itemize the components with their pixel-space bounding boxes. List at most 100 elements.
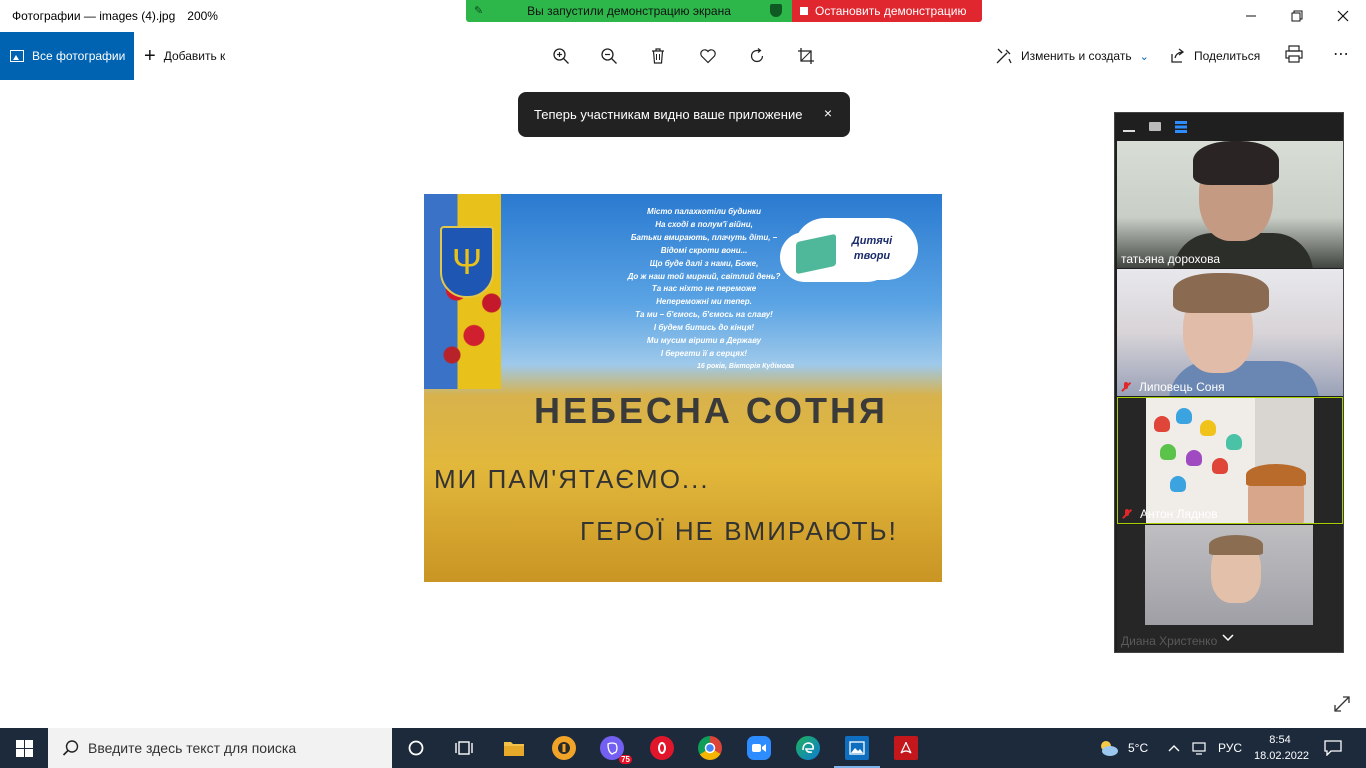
search-icon: [62, 740, 79, 756]
zoom-app-button[interactable]: [747, 736, 771, 760]
show-hidden-icons-button[interactable]: [1168, 728, 1180, 768]
restore-button[interactable]: [1274, 0, 1320, 32]
photos-toolbar: Все фотографии + Добавить к Изменить и с…: [0, 32, 1366, 80]
painted-hand: [1212, 458, 1228, 474]
crop-button[interactable]: [794, 44, 818, 68]
windows-logo-icon: [15, 739, 33, 757]
chrome-button[interactable]: [698, 736, 722, 760]
minimize-button[interactable]: [1228, 0, 1274, 32]
speaker-view-button[interactable]: [1149, 122, 1161, 131]
painted-hand: [1176, 408, 1192, 424]
video-hair: [1209, 535, 1263, 555]
participant-tile[interactable]: татьяна дорохова: [1117, 141, 1343, 268]
language-indicator[interactable]: РУС: [1218, 728, 1242, 768]
mic-muted-icon: [1121, 382, 1131, 392]
task-view-button[interactable]: [452, 736, 476, 760]
poem-line: До ж наш той мирний, світлий день?: [627, 271, 781, 281]
file-explorer-button[interactable]: [502, 736, 526, 760]
network-button[interactable]: [1192, 728, 1206, 768]
cortana-button[interactable]: [404, 736, 428, 760]
edge-button[interactable]: [796, 736, 820, 760]
poem-line: На сході в полум'ї війни,: [655, 219, 753, 229]
acrobat-button[interactable]: [894, 736, 918, 760]
system-clock[interactable]: 8:54 18.02.2022: [1254, 732, 1309, 764]
close-button[interactable]: [1320, 0, 1366, 32]
folder-icon: [504, 742, 524, 756]
stop-share-button[interactable]: Остановить демонстрацию: [792, 0, 982, 22]
scroll-down-button[interactable]: [1222, 631, 1234, 645]
toast-close-button[interactable]: ×: [824, 105, 832, 121]
painted-hand: [1186, 450, 1202, 466]
share-icon: [1171, 48, 1185, 63]
opera-button[interactable]: [650, 736, 674, 760]
delete-button[interactable]: [646, 44, 670, 68]
taskbar-search[interactable]: Введите здесь текст для поиска: [48, 728, 392, 768]
browser-app-button[interactable]: [552, 736, 576, 760]
chevron-down-icon: [1222, 634, 1234, 642]
painted-hand: [1154, 416, 1170, 432]
weather-widget[interactable]: 5°C: [1098, 728, 1148, 768]
crop-icon: [798, 48, 814, 64]
search-placeholder: Введите здесь текст для поиска: [88, 740, 297, 756]
start-button[interactable]: [0, 728, 48, 768]
notifications-icon: [1324, 740, 1342, 756]
more-icon: ⋯: [1333, 46, 1350, 63]
painted-hand: [1200, 420, 1216, 436]
rotate-icon: [750, 48, 764, 63]
poem-line: Місто палахкотіли будинки: [647, 207, 761, 216]
participant-tile[interactable]: Липовець Соня: [1117, 269, 1343, 396]
edge-icon: [802, 742, 814, 753]
share-toast: Теперь участникам видно ваше приложение …: [518, 92, 850, 137]
displayed-photo: Ψ Місто палахкотіли будинки На сході в п…: [424, 194, 942, 582]
mic-muted-icon: [1122, 509, 1132, 519]
poem-author: 16 років, Вікторія Кудімова: [697, 362, 794, 370]
favorite-button[interactable]: [696, 44, 720, 68]
poem-line: Батьки вмирають, плачуть діти, –: [630, 232, 778, 242]
notifications-button[interactable]: [1324, 728, 1342, 768]
poem-line: Що буде далі з нами, Боже,: [649, 258, 759, 268]
cloud-caption-line: Дитячі: [851, 235, 893, 247]
network-icon: [1192, 742, 1206, 755]
edit-icon: [996, 48, 1012, 64]
share-button[interactable]: Поделиться: [1170, 32, 1260, 80]
plus-icon: +: [144, 44, 156, 67]
edit-create-label: Изменить и создать: [1021, 49, 1132, 63]
zoom-in-button[interactable]: [549, 44, 573, 68]
pin-icon: ✎: [474, 5, 484, 17]
video-hair: [1173, 273, 1269, 313]
share-status-text: Вы запустили демонстрацию экрана: [527, 4, 731, 18]
painted-hand: [1170, 476, 1186, 492]
close-icon: [1337, 10, 1349, 22]
participant-name: Липовець Соня: [1121, 380, 1225, 394]
opera-icon: [658, 742, 666, 754]
cortana-icon: [408, 740, 424, 756]
delete-icon: [652, 48, 664, 64]
video-frame: [1146, 398, 1314, 523]
photos-app-button[interactable]: [845, 736, 869, 760]
poem-text: Місто палахкотіли будинки На сході в пол…: [604, 206, 804, 374]
all-photos-button[interactable]: Все фотографии: [0, 32, 134, 80]
add-to-button[interactable]: + Добавить к: [144, 32, 225, 80]
poem-line: Та нас ніхто не переможе: [651, 284, 757, 294]
video-hair: [1193, 141, 1279, 185]
participant-tile-active[interactable]: Антон Ляднов: [1117, 397, 1343, 524]
gallery-view-button[interactable]: [1175, 120, 1187, 133]
panel-view-controls: [1115, 113, 1343, 140]
poem-line: Та ми – б'ємось, б'ємось на славу!: [635, 310, 773, 320]
zoom-level: 200%: [187, 9, 218, 23]
fullscreen-button[interactable]: [1332, 694, 1352, 714]
edit-create-button[interactable]: Изменить и создать ⌄: [995, 32, 1149, 80]
stop-icon: [800, 7, 808, 15]
print-button[interactable]: [1284, 44, 1306, 68]
more-options-button[interactable]: ⋯: [1333, 44, 1350, 64]
share-banner: ✎ Вы запустили демонстрацию экрана Остан…: [466, 0, 982, 22]
share-status[interactable]: ✎ Вы запустили демонстрацию экрана: [466, 0, 792, 22]
photo-icon: [10, 50, 24, 62]
viber-button[interactable]: 75: [600, 736, 632, 764]
zoom-out-button[interactable]: [597, 44, 621, 68]
minimize-icon: [1246, 15, 1256, 17]
add-to-label: Добавить к: [163, 49, 226, 63]
stop-share-label: Остановить демонстрацию: [815, 4, 967, 18]
rotate-button[interactable]: [745, 44, 769, 68]
minimize-video-button[interactable]: [1123, 129, 1135, 132]
